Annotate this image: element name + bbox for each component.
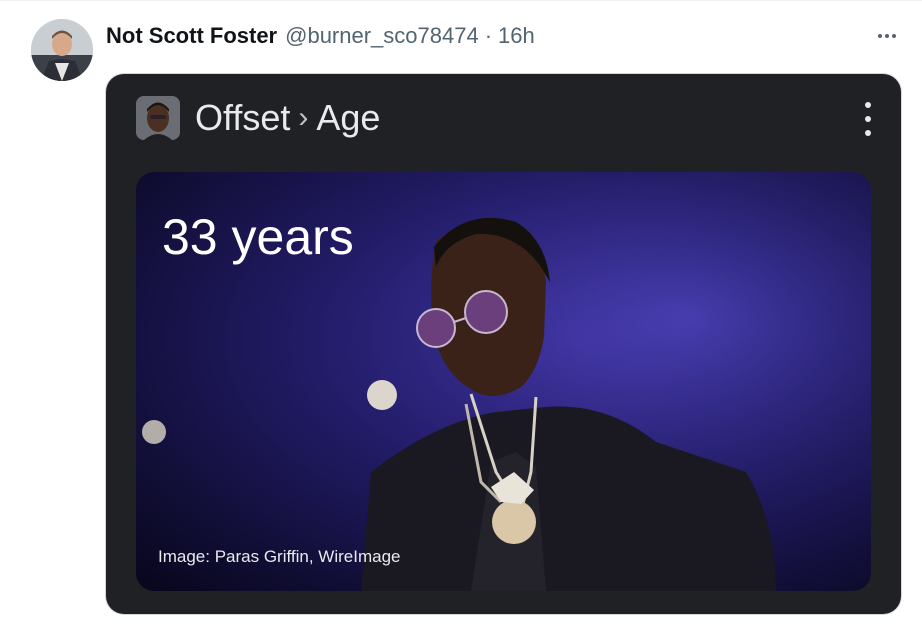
more-horizontal-icon: [878, 34, 882, 38]
tweet[interactable]: Not Scott Foster @burner_sco78474 · 16h …: [0, 0, 922, 628]
more-vertical-icon: [865, 130, 871, 136]
tweet-header: Not Scott Foster @burner_sco78474 · 16h: [106, 22, 535, 50]
user-avatar[interactable]: [31, 19, 93, 81]
more-vertical-icon: [865, 102, 871, 108]
more-options-button[interactable]: [872, 25, 902, 47]
divider: [0, 0, 922, 1]
display-name[interactable]: Not Scott Foster: [106, 23, 277, 49]
age-answer: 33 years: [162, 209, 354, 265]
card-header: Offset › Age: [136, 94, 380, 142]
entity-photo[interactable]: 33 years Image: Paras Griffin, WireImage: [136, 172, 871, 591]
avatar-image: [31, 19, 93, 81]
tweet-media-card[interactable]: Offset › Age 33 years Image: Paras Griff…: [106, 74, 901, 614]
entity-thumbnail: [136, 96, 180, 140]
entity-name[interactable]: Offset: [195, 97, 290, 139]
breadcrumb-separator: ›: [298, 101, 309, 134]
separator-dot: ·: [484, 23, 493, 48]
attribute-name: Age: [316, 97, 381, 138]
entity-thumbnail-image: [136, 96, 180, 140]
more-horizontal-icon: [885, 34, 889, 38]
breadcrumb: Offset › Age: [195, 97, 380, 139]
more-vertical-icon: [865, 116, 871, 122]
card-more-button[interactable]: [858, 102, 878, 136]
user-handle[interactable]: @burner_sco78474: [285, 23, 479, 49]
more-horizontal-icon: [892, 34, 896, 38]
image-credit: Image: Paras Griffin, WireImage: [158, 547, 401, 566]
timestamp[interactable]: 16h: [498, 23, 535, 49]
